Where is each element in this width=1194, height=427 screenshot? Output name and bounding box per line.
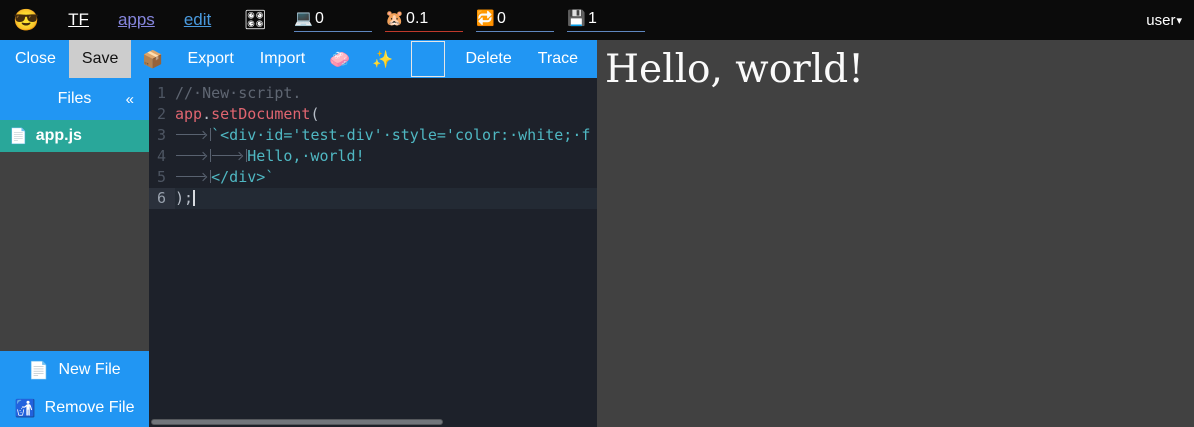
text-cursor [193, 190, 195, 206]
horizontal-scrollbar-thumb[interactable] [151, 419, 443, 425]
caret-down-icon: ▾ [1176, 14, 1182, 27]
code-token: ( [310, 105, 319, 123]
code-line[interactable]: 4 Hello,·world! [149, 146, 597, 167]
code-token: </div>` [211, 168, 274, 186]
collapse-sidebar-button[interactable]: « [126, 91, 134, 108]
tab-whitespace-marker [175, 149, 211, 162]
workspace: Files « 📄 app.js 📄 New File 🚮 Remove File 1/… [0, 78, 597, 427]
tab-whitespace-marker [211, 149, 247, 162]
counter-input[interactable] [497, 10, 551, 28]
action-label: Remove File [45, 399, 135, 417]
line-number: 5 [149, 167, 175, 188]
counter-input[interactable] [315, 10, 369, 28]
soap-icon-button[interactable]: 🧼 [318, 40, 361, 78]
code-text: Hello,·world! [175, 146, 597, 167]
export-button[interactable]: Export [175, 40, 247, 78]
counter-field: 💾 [567, 8, 645, 32]
remove-file-button[interactable]: 🚮 Remove File [0, 389, 149, 427]
package-icon-button[interactable]: 📦 [131, 40, 174, 78]
control-knobs-icon[interactable]: 🎛 [243, 11, 267, 30]
new-file-icon: 📄 [28, 362, 49, 379]
line-number: 1 [149, 83, 175, 104]
file-list: 📄 app.js [0, 120, 149, 152]
code-text: </div>` [175, 167, 597, 188]
sidebar-empty-area [0, 152, 149, 351]
code-text: `<div·id='test-div'·style='color:·white;… [175, 125, 597, 146]
tab-whitespace-marker [175, 170, 211, 183]
code-line[interactable]: 5 </div>` [149, 167, 597, 188]
toolbar: CloseSave📦ExportImport🧼✨ DeleteTrace [0, 40, 597, 78]
code-line[interactable]: 6); [149, 188, 597, 209]
topbar-counters: 💻 🐹 🔁 💾 [294, 8, 645, 32]
code-line[interactable]: 1//·New·script. [149, 83, 597, 104]
code-line[interactable]: 2app.setDocument( [149, 104, 597, 125]
code-line[interactable]: 3 `<div·id='test-div'·style='color:·white… [149, 125, 597, 146]
floppy-disk-icon: 💾 [567, 11, 586, 26]
code-token: Hello,·world! [247, 147, 364, 165]
action-label: New File [58, 361, 120, 379]
save-button[interactable]: Save [69, 40, 131, 78]
counter-field: 🔁 [476, 8, 554, 32]
code-editor[interactable]: 1//·New·script.2app.setDocument(3`<div·i… [149, 78, 597, 427]
import-button[interactable]: Import [247, 40, 318, 78]
topbar-links: TF apps edit [68, 10, 211, 30]
sunglasses-face-icon: 😎 [13, 10, 39, 31]
counter-field: 💻 [294, 8, 372, 32]
empty-button[interactable] [411, 41, 445, 77]
user-menu-label: user [1146, 12, 1175, 29]
line-number: 6 [149, 188, 175, 209]
repeat-icon: 🔁 [476, 11, 495, 26]
user-menu[interactable]: user ▾ [1146, 12, 1182, 29]
new-file-button[interactable]: 📄 New File [0, 351, 149, 389]
preview-panel: Hello, world! [597, 40, 1194, 427]
edit-link[interactable]: edit [184, 10, 211, 30]
remove-file-icon: 🚮 [15, 400, 36, 417]
tab-whitespace-marker [175, 128, 211, 141]
document-icon: 📄 [9, 129, 28, 144]
code-text: //·New·script. [175, 83, 597, 104]
main-area: CloseSave📦ExportImport🧼✨ DeleteTrace File… [0, 40, 1194, 427]
counter-input[interactable] [588, 10, 642, 28]
code-token: . [202, 105, 211, 123]
apps-link[interactable]: apps [118, 10, 155, 30]
line-number: 4 [149, 146, 175, 167]
file-name: app.js [36, 127, 82, 145]
line-number: 2 [149, 104, 175, 125]
files-sidebar: Files « 📄 app.js 📄 New File 🚮 Remove File [0, 78, 149, 427]
files-panel-title: Files [58, 90, 92, 108]
hamster-icon: 🐹 [385, 11, 404, 26]
code-token: setDocument [211, 105, 310, 123]
code-token: ); [175, 189, 193, 207]
sidebar-actions: 📄 New File 🚮 Remove File [0, 351, 149, 427]
code-text: ); [175, 188, 597, 209]
sparkles-icon-button[interactable]: ✨ [361, 40, 404, 78]
code-text: app.setDocument( [175, 104, 597, 125]
delete-button[interactable]: Delete [452, 40, 524, 78]
ide-pane: CloseSave📦ExportImport🧼✨ DeleteTrace File… [0, 40, 597, 427]
laptop-icon: 💻 [294, 11, 313, 26]
close-button[interactable]: Close [2, 40, 69, 78]
tf-link[interactable]: TF [68, 10, 89, 30]
preview-heading: Hello, world! [597, 40, 1194, 92]
file-item[interactable]: 📄 app.js [0, 120, 149, 152]
code-token: //·New·script. [175, 84, 301, 102]
trace-button[interactable]: Trace [525, 40, 591, 78]
counter-input[interactable] [406, 10, 460, 28]
code-token: `<div·id='test-div'·style='color:·white;… [211, 126, 590, 144]
counter-field: 🐹 [385, 8, 463, 32]
files-panel-header: Files « [0, 78, 149, 120]
line-number: 3 [149, 125, 175, 146]
editor-lines: 1//·New·script.2app.setDocument(3`<div·i… [149, 83, 597, 209]
topbar: 😎 TF apps edit 🎛 💻 🐹 🔁 💾 user ▾ [0, 0, 1194, 40]
code-token: app [175, 105, 202, 123]
